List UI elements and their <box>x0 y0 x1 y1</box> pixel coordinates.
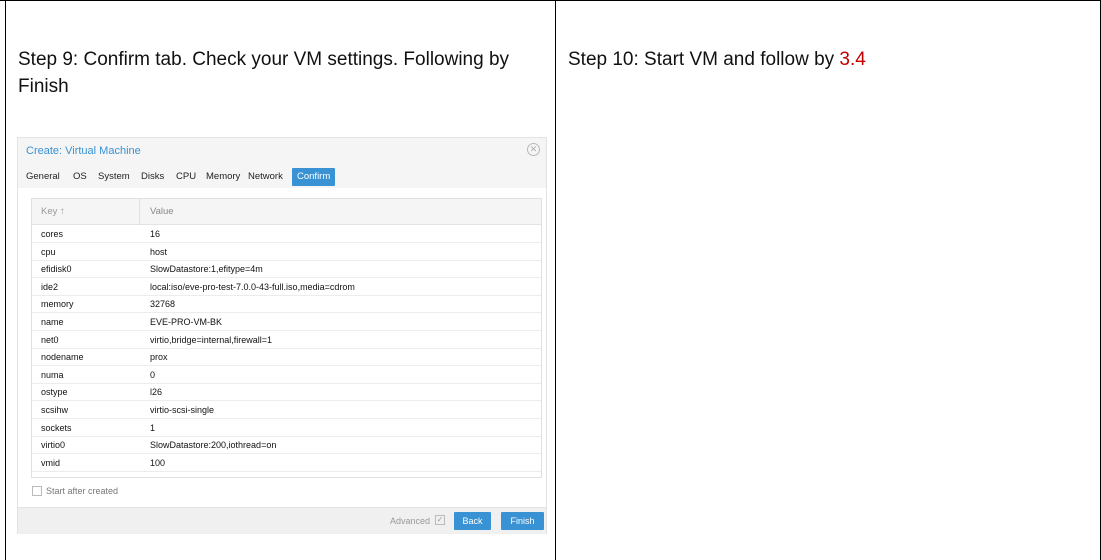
row-key: efidisk0 <box>41 264 72 275</box>
table-row[interactable]: vmid 100 <box>32 455 541 472</box>
table-row[interactable]: ide2 local:iso/eve-pro-test-7.0.0-43-full… <box>32 279 541 296</box>
row-value: 16 <box>150 229 161 239</box>
tab-bar: General OS System Disks CPU Memory Netwo… <box>18 163 546 188</box>
row-value: virtio,bridge=internal,firewall=1 <box>150 334 273 345</box>
row-key: name <box>41 317 64 327</box>
row-value: SlowDatastore:1,efitype=4m <box>150 264 263 275</box>
table-row[interactable]: sockets 1 <box>32 420 541 437</box>
table-row[interactable]: numa 0 <box>32 367 541 384</box>
dialog-title: Create: Virtual Machine <box>26 145 141 157</box>
row-value: 32768 <box>150 299 176 310</box>
dialog-footer: Advanced ✓ Back Finish <box>18 507 546 534</box>
finish-button[interactable]: Finish <box>501 512 544 530</box>
table-row[interactable]: ostype l26 <box>32 384 541 402</box>
advanced-checkbox[interactable]: ✓ <box>435 515 445 525</box>
value-column-header[interactable]: Value <box>150 199 174 225</box>
row-value: 100 <box>150 457 166 468</box>
table-row[interactable]: scsihw virtio-scsi-single <box>32 402 541 419</box>
back-button[interactable]: Back <box>454 512 491 530</box>
step10-label: Step 10: Start VM and follow by <box>568 49 840 70</box>
section-ref-link[interactable]: 3.4 <box>839 49 865 70</box>
table-row[interactable]: memory 32768 <box>32 296 541 314</box>
create-vm-dialog: Create: Virtual Machine ✕ General OS Sys… <box>17 137 547 534</box>
row-value: 0 <box>150 369 156 380</box>
tab-disks[interactable]: Disks <box>138 168 167 186</box>
tab-system[interactable]: System <box>95 168 133 186</box>
table-row[interactable]: net0 virtio,bridge=internal,firewall=1 <box>32 332 541 349</box>
row-key: ide2 <box>41 281 59 292</box>
step9-text: Step 9: Confirm tab. Check your VM setti… <box>18 49 510 97</box>
close-icon[interactable]: ✕ <box>527 143 540 156</box>
step10-cell: Step 10: Start VM and follow by 3.4 <box>556 1 1101 560</box>
tab-general[interactable]: General <box>23 168 63 186</box>
row-key: net0 <box>41 334 59 345</box>
table-row[interactable]: name EVE-PRO-VM-BK <box>32 314 541 331</box>
row-key: numa <box>41 369 64 380</box>
grid-header: Key ↑ Value <box>32 199 541 225</box>
row-key: vmid <box>41 457 61 468</box>
row-value: EVE-PRO-VM-BK <box>150 317 223 327</box>
row-value: host <box>150 246 168 257</box>
row-key: ostype <box>41 387 68 398</box>
tab-os[interactable]: OS <box>70 168 90 186</box>
advanced-label: Advanced <box>390 516 431 526</box>
row-value: 1 <box>150 422 156 433</box>
key-column-header[interactable]: Key ↑ <box>32 199 140 225</box>
row-value: virtio-scsi-single <box>150 405 215 415</box>
tab-confirm[interactable]: Confirm <box>292 168 336 186</box>
table-row[interactable]: virtio0 SlowDatastore:200,iothread=on <box>32 437 541 455</box>
row-key: nodename <box>41 352 84 363</box>
table-row[interactable]: nodename prox <box>32 349 541 367</box>
step10-text: Step 10: Start VM and follow by 3.4 <box>568 46 1088 73</box>
row-key: virtio0 <box>41 440 66 451</box>
tab-memory[interactable]: Memory <box>203 168 243 186</box>
tab-network[interactable]: Network <box>245 168 286 186</box>
row-value: l26 <box>150 387 163 398</box>
settings-grid: Key ↑ Value cores 16 cpu host efidisk0 SlowDa… <box>31 198 542 478</box>
row-key: cores <box>41 229 64 239</box>
row-key: scsihw <box>41 405 69 415</box>
document-table: Step 9: Confirm tab. Check your VM setti… <box>0 0 1101 560</box>
row-value: prox <box>150 352 168 363</box>
step9-cell: Step 9: Confirm tab. Check your VM setti… <box>5 1 556 560</box>
dialog-header: Create: Virtual Machine ✕ <box>18 138 546 163</box>
row-value: SlowDatastore:200,iothread=on <box>150 440 277 451</box>
row-key: cpu <box>41 246 56 257</box>
tab-cpu[interactable]: CPU <box>173 168 199 186</box>
table-row[interactable]: cpu host <box>32 244 541 261</box>
table-row[interactable]: efidisk0 SlowDatastore:1,efitype=4m <box>32 261 541 279</box>
checkbox-box[interactable] <box>32 486 42 496</box>
start-after-created-label: Start after created <box>46 486 119 496</box>
start-after-created-checkbox[interactable]: Start after created <box>32 485 118 497</box>
row-key: sockets <box>41 422 72 433</box>
row-key: memory <box>41 299 74 310</box>
table-row[interactable]: cores 16 <box>32 226 541 243</box>
row-value: local:iso/eve-pro-test-7.0.0-43-full.iso… <box>150 281 355 292</box>
